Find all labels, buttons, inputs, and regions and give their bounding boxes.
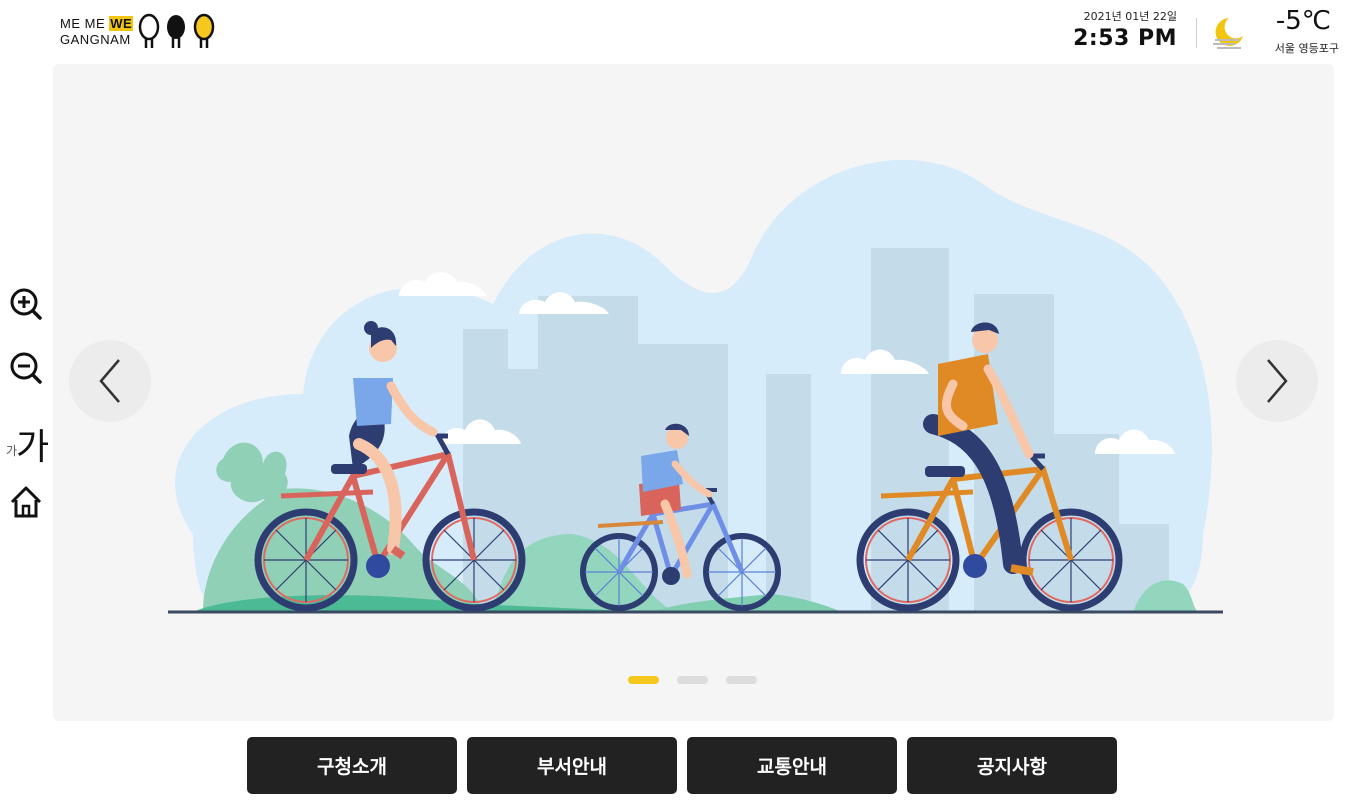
brand-line2: GANGNAM [60, 32, 131, 47]
home-button[interactable] [6, 482, 46, 522]
chevron-right-icon [1267, 359, 1288, 403]
zoom-in-icon [10, 288, 42, 320]
cycling-family-illustration [168, 159, 1223, 614]
location: 서울 영등포구 [1274, 42, 1339, 55]
carousel-dot-1[interactable] [628, 676, 659, 684]
zoom-out-icon [10, 352, 42, 384]
brand-we: WE [109, 16, 134, 31]
zoom-in-button[interactable] [6, 284, 46, 324]
hero-carousel[interactable] [53, 64, 1334, 721]
temperature: -5℃ [1275, 6, 1331, 36]
current-date: 2021년 01년 22일 [1083, 10, 1177, 23]
current-time: 2:53 PM [1073, 26, 1177, 51]
brand-line1: ME ME [60, 16, 110, 31]
zoom-out-button[interactable] [6, 348, 46, 388]
home-icon [10, 486, 42, 518]
bulbs-icon [138, 13, 215, 48]
nav-notice-button[interactable]: 공지사항 [907, 737, 1117, 794]
carousel-prev-button[interactable] [69, 340, 151, 422]
bottom-nav: 구청소개 부서안내 교통안내 공지사항 [247, 737, 1117, 794]
carousel-dot-3[interactable] [726, 676, 757, 684]
chevron-left-icon [99, 359, 120, 403]
header-divider [1196, 18, 1197, 48]
nav-traffic-guide-button[interactable]: 교통안내 [687, 737, 897, 794]
brand-logo[interactable]: ME ME WE GANGNAM [60, 12, 230, 52]
brand-wordmark: ME ME WE GANGNAM [60, 16, 134, 48]
nav-office-intro-button[interactable]: 구청소개 [247, 737, 457, 794]
header-info: 2021년 01년 22일 2:53 PM -5℃ 서울 영등포구 [1073, 6, 1339, 58]
nav-department-guide-button[interactable]: 부서안내 [467, 737, 677, 794]
carousel-next-button[interactable] [1236, 340, 1318, 422]
carousel-indicators [628, 676, 757, 684]
moon-cloud-icon [1213, 18, 1243, 49]
font-large-label: 가 [16, 427, 50, 468]
carousel-dot-2[interactable] [677, 676, 708, 684]
font-size-button[interactable]: 가 가 [6, 418, 50, 468]
